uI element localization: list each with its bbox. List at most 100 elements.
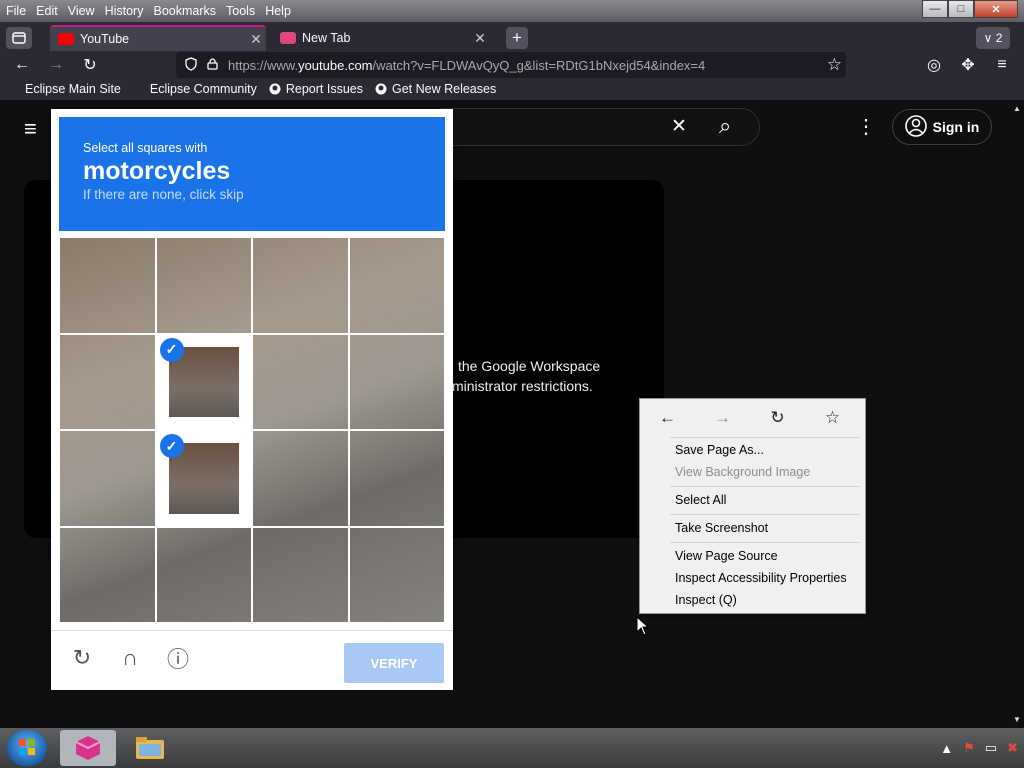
captcha-tile[interactable] bbox=[59, 333, 156, 430]
github-icon bbox=[375, 83, 387, 95]
tab-label: YouTube bbox=[80, 32, 130, 46]
tab-list-icon bbox=[12, 32, 26, 44]
extensions-icon[interactable]: ✥ bbox=[956, 54, 980, 76]
info-icon[interactable]: ⓘ bbox=[163, 643, 193, 673]
captcha-tile[interactable] bbox=[59, 526, 156, 623]
menu-help[interactable]: Help bbox=[265, 4, 291, 18]
url-bar[interactable]: https://www.youtube.com/watch?v=FLDWAvQy… bbox=[176, 52, 846, 78]
eclipse-icon bbox=[133, 83, 145, 95]
action-center-flag-icon[interactable]: ⚑ bbox=[963, 740, 975, 756]
close-tab-icon[interactable]: ✕ bbox=[470, 30, 490, 47]
reload-challenge-icon[interactable]: ↻ bbox=[67, 643, 97, 673]
scroll-down-icon[interactable]: ▼ bbox=[1013, 715, 1021, 724]
page-scrollbar[interactable]: ▲ ▼ bbox=[1010, 100, 1024, 728]
taskbar-explorer-app[interactable] bbox=[122, 730, 178, 766]
save-page-as-item[interactable]: Save Page As... bbox=[675, 443, 764, 457]
tab-list-button[interactable] bbox=[6, 27, 32, 49]
github-icon bbox=[269, 83, 281, 95]
context-back-icon[interactable]: ← bbox=[640, 399, 695, 437]
audio-challenge-icon[interactable]: ∩ bbox=[115, 643, 145, 673]
back-button[interactable]: ← bbox=[10, 54, 34, 76]
close-tab-icon[interactable]: ✕ bbox=[246, 31, 266, 48]
captcha-tile[interactable]: ✓ bbox=[155, 333, 252, 430]
captcha-tile[interactable] bbox=[59, 237, 156, 334]
reload-button[interactable]: ↻ bbox=[78, 54, 102, 76]
account-icon[interactable]: ◎ bbox=[922, 54, 946, 76]
captcha-footer: ↻ ∩ ⓘ VERIFY bbox=[51, 630, 453, 690]
menu-view[interactable]: View bbox=[68, 4, 95, 18]
system-tray: ▲ ⚑ ▭ ✖ bbox=[930, 728, 1018, 768]
captcha-challenge: Select all squares with motorcycles If t… bbox=[51, 109, 453, 690]
bookmark-eclipse-community[interactable]: Eclipse Community bbox=[133, 82, 257, 96]
browser-app-icon bbox=[75, 736, 101, 760]
menu-file[interactable]: File bbox=[6, 4, 26, 18]
verify-button[interactable]: VERIFY bbox=[344, 643, 444, 683]
scroll-up-icon[interactable]: ▲ bbox=[1013, 104, 1021, 113]
app-menu-icon[interactable]: ≡ bbox=[990, 54, 1014, 76]
close-window-button[interactable]: ✕ bbox=[974, 0, 1018, 18]
youtube-menu-icon[interactable]: ≡ bbox=[24, 116, 37, 142]
tab-count-button[interactable]: ∨ 2 bbox=[976, 27, 1010, 49]
context-nav-row: ← → ↻ ☆ bbox=[640, 399, 865, 437]
bookmarks-bar: Eclipse Main Site Eclipse Community Repo… bbox=[0, 78, 1024, 100]
clear-search-icon[interactable]: ✕ bbox=[671, 115, 687, 138]
captcha-tile[interactable] bbox=[348, 526, 445, 623]
volume-muted-icon[interactable]: ✖ bbox=[1007, 740, 1018, 756]
taskbar-browser-app[interactable] bbox=[60, 730, 116, 766]
take-screenshot-item[interactable]: Take Screenshot bbox=[675, 521, 768, 535]
mouse-cursor-icon bbox=[636, 616, 650, 636]
captcha-tile[interactable]: ✓ bbox=[155, 430, 252, 527]
start-button[interactable] bbox=[7, 730, 47, 766]
bookmark-eclipse-main[interactable]: Eclipse Main Site bbox=[8, 82, 121, 96]
new-tab-favicon-icon bbox=[280, 32, 296, 44]
menu-bookmarks[interactable]: Bookmarks bbox=[153, 4, 216, 18]
select-all-item[interactable]: Select All bbox=[675, 493, 726, 507]
inspect-item[interactable]: Inspect (Q) bbox=[675, 593, 737, 607]
context-bookmark-icon[interactable]: ☆ bbox=[805, 399, 860, 437]
search-icon[interactable]: ⌕ bbox=[719, 113, 731, 139]
menu-edit[interactable]: Edit bbox=[36, 4, 58, 18]
menu-tools[interactable]: Tools bbox=[226, 4, 255, 18]
tab-youtube[interactable]: YouTube ✕ bbox=[50, 25, 266, 51]
context-reload-icon[interactable]: ↻ bbox=[750, 399, 805, 437]
captcha-tile[interactable] bbox=[348, 333, 445, 430]
captcha-tile[interactable] bbox=[59, 430, 156, 527]
captcha-tile[interactable] bbox=[252, 237, 349, 334]
maximize-button[interactable]: □ bbox=[948, 0, 974, 18]
restriction-message: the Google Workspace ministrator restric… bbox=[452, 358, 601, 394]
menu-bar: File Edit View History Bookmarks Tools H… bbox=[0, 0, 1024, 22]
bookmark-report-issues[interactable]: Report Issues bbox=[269, 82, 363, 96]
context-menu: ← → ↻ ☆ Save Page As... View Background … bbox=[639, 398, 866, 614]
captcha-tile[interactable] bbox=[252, 526, 349, 623]
bookmark-get-new-releases[interactable]: Get New Releases bbox=[375, 82, 496, 96]
menu-separator bbox=[670, 542, 860, 543]
bookmark-star-icon[interactable]: ☆ bbox=[827, 55, 842, 75]
sign-in-button[interactable]: Sign in bbox=[892, 109, 992, 145]
captcha-tile[interactable] bbox=[252, 430, 349, 527]
minimize-button[interactable]: — bbox=[922, 0, 948, 18]
more-options-icon[interactable]: ⋮ bbox=[856, 114, 876, 139]
view-page-source-item[interactable]: View Page Source bbox=[675, 549, 778, 563]
captcha-tile[interactable] bbox=[155, 237, 252, 334]
forward-button[interactable]: → bbox=[44, 54, 68, 76]
tray-expand-icon[interactable]: ▲ bbox=[940, 741, 953, 756]
view-background-image-item[interactable]: View Background Image bbox=[675, 465, 810, 479]
new-tab-button[interactable]: + bbox=[506, 27, 528, 49]
context-forward-icon[interactable]: → bbox=[695, 399, 750, 437]
captcha-tile[interactable] bbox=[348, 430, 445, 527]
window-controls: — □ ✕ bbox=[922, 0, 1018, 18]
tab-strip: YouTube ✕ New Tab ✕ + ∨ 2 bbox=[0, 22, 1024, 52]
tab-new-tab[interactable]: New Tab ✕ bbox=[272, 25, 490, 51]
captcha-tile[interactable] bbox=[348, 237, 445, 334]
inspect-accessibility-item[interactable]: Inspect Accessibility Properties bbox=[675, 571, 847, 585]
network-icon[interactable]: ▭ bbox=[985, 740, 997, 756]
youtube-search-box[interactable]: ✕ ⌕ bbox=[440, 108, 760, 146]
captcha-image-grid: ✓ ✓ bbox=[59, 237, 445, 623]
menu-separator bbox=[670, 437, 860, 438]
captcha-tile[interactable] bbox=[252, 333, 349, 430]
menu-history[interactable]: History bbox=[105, 4, 144, 18]
captcha-tile[interactable] bbox=[155, 526, 252, 623]
eclipse-icon bbox=[8, 83, 20, 95]
captcha-header: Select all squares with motorcycles If t… bbox=[59, 117, 445, 231]
captcha-target: motorcycles bbox=[83, 157, 231, 185]
